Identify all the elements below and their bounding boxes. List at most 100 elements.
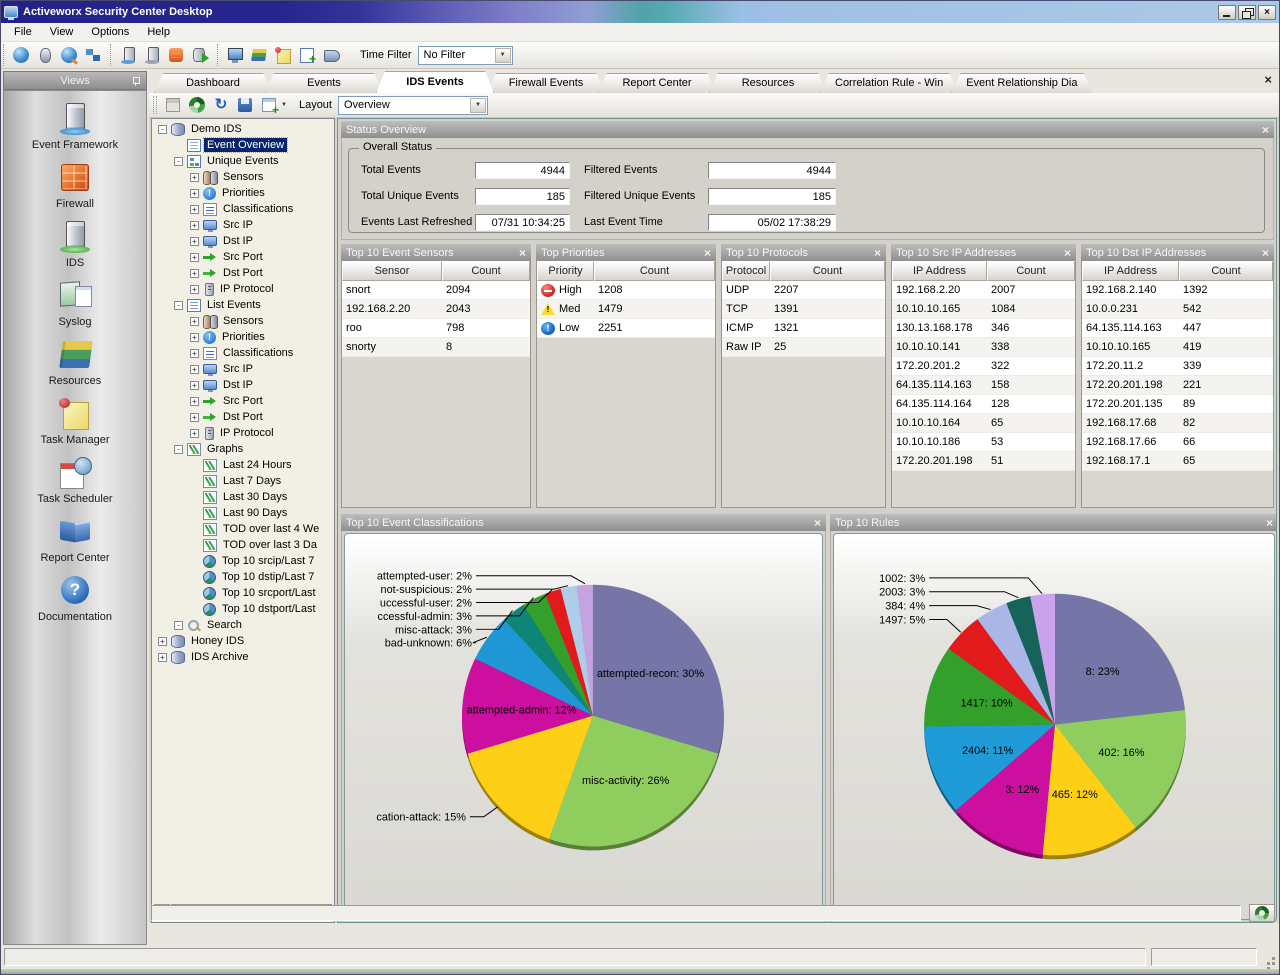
table-row[interactable]: 172.20.11.2 339 bbox=[1082, 357, 1273, 376]
column-header-protocol[interactable]: Protocol bbox=[722, 261, 770, 281]
add-image-icon[interactable] bbox=[298, 46, 316, 66]
table-row[interactable]: 172.20.201.198 221 bbox=[1082, 376, 1273, 395]
server-b-icon[interactable] bbox=[143, 46, 161, 64]
resize-grip[interactable] bbox=[1262, 948, 1276, 966]
tree-item-dst-port[interactable]: + Dst Port bbox=[154, 265, 332, 281]
tree-item-src-ip[interactable]: + Src IP bbox=[154, 217, 332, 233]
tree-item-event-overview[interactable]: Event Overview bbox=[154, 137, 332, 153]
close-icon[interactable]: × bbox=[814, 516, 821, 530]
sidebar-item-event-framework[interactable]: Event Framework bbox=[4, 103, 146, 151]
column-header-ip-address[interactable]: IP Address bbox=[892, 261, 987, 281]
table-row[interactable]: 10.10.10.186 53 bbox=[892, 433, 1075, 452]
monitor-icon[interactable] bbox=[226, 46, 244, 64]
dropdown-arrow-icon[interactable]: ▼ bbox=[469, 97, 486, 113]
table-row[interactable]: 10.10.10.164 65 bbox=[892, 414, 1075, 433]
sidebar-item-ids[interactable]: IDS bbox=[4, 221, 146, 269]
table-row[interactable]: 64.135.114.163 158 bbox=[892, 376, 1075, 395]
expand-toggle-icon[interactable]: + bbox=[190, 364, 199, 374]
refresh-icon[interactable] bbox=[212, 96, 230, 114]
menu-file[interactable]: File bbox=[5, 24, 41, 40]
globe-icon[interactable] bbox=[12, 46, 30, 64]
table-row[interactable]: roo 798 bbox=[342, 319, 530, 338]
table-row[interactable]: 192.168.17.66 66 bbox=[1082, 433, 1273, 452]
tree-item-src-port[interactable]: + Src Port bbox=[154, 393, 332, 409]
sidebar-item-task-manager[interactable]: Task Manager bbox=[4, 398, 146, 446]
restore-icon[interactable] bbox=[1238, 4, 1256, 20]
pin-icon[interactable] bbox=[132, 76, 141, 86]
expand-toggle-icon[interactable]: - bbox=[158, 124, 167, 134]
column-header-count[interactable]: Count bbox=[770, 261, 885, 281]
expand-toggle-icon[interactable]: - bbox=[174, 300, 183, 310]
db-export-icon[interactable] bbox=[191, 46, 209, 64]
tree-item-dst-ip[interactable]: + Dst IP bbox=[154, 377, 332, 393]
tree-item-classifications[interactable]: + Classifications bbox=[154, 345, 332, 361]
table-row[interactable]: 10.10.10.165 419 bbox=[1082, 338, 1273, 357]
tab-close-icon[interactable]: × bbox=[1264, 72, 1272, 87]
expand-toggle-icon[interactable]: + bbox=[190, 236, 199, 246]
expand-toggle-icon[interactable]: + bbox=[190, 316, 199, 326]
go-icon[interactable] bbox=[188, 96, 206, 114]
tree-item-search[interactable]: - Search bbox=[154, 617, 332, 633]
tree-item-ip-protocol[interactable]: + IP Protocol bbox=[154, 425, 332, 441]
table-row[interactable]: snorty 8 bbox=[342, 338, 530, 357]
table-row[interactable]: High 1208 bbox=[537, 281, 715, 300]
table-row[interactable]: UDP 2207 bbox=[722, 281, 885, 300]
table-row[interactable]: 192.168.2.140 1392 bbox=[1082, 281, 1273, 300]
table-row[interactable]: ICMP 1321 bbox=[722, 319, 885, 338]
tree-item-graphs[interactable]: - Graphs bbox=[154, 441, 332, 457]
mouse-icon[interactable] bbox=[36, 46, 54, 64]
tree-item-honey-ids[interactable]: + Honey IDS bbox=[154, 633, 332, 649]
close-icon[interactable]: × bbox=[1266, 516, 1273, 530]
expand-toggle-icon[interactable]: + bbox=[190, 396, 199, 406]
books-icon[interactable] bbox=[250, 46, 268, 64]
tab-correlation-rule-win[interactable]: Correlation Rule - Win bbox=[820, 73, 958, 93]
tree-item-top-10-dstport-last[interactable]: Top 10 dstport/Last bbox=[154, 601, 332, 617]
tree-item-tod-over-last-4-we[interactable]: TOD over last 4 We bbox=[154, 521, 332, 537]
server-a-icon[interactable] bbox=[119, 46, 137, 64]
sidebar-item-firewall[interactable]: Firewall bbox=[4, 162, 146, 210]
tree-item-unique-events[interactable]: - Unique Events bbox=[154, 153, 332, 169]
table-row[interactable]: 192.168.2.20 2043 bbox=[342, 300, 530, 319]
tab-report-center[interactable]: Report Center bbox=[598, 73, 716, 93]
firewall-db-icon[interactable] bbox=[167, 46, 185, 64]
expand-toggle-icon[interactable]: + bbox=[158, 652, 167, 662]
tree-item-classifications[interactable]: + Classifications bbox=[154, 201, 332, 217]
layout-select[interactable]: Overview ▼ bbox=[337, 95, 488, 115]
tree-item-dst-port[interactable]: + Dst Port bbox=[154, 409, 332, 425]
expand-toggle-icon[interactable]: + bbox=[190, 348, 199, 358]
column-header-sensor[interactable]: Sensor bbox=[342, 261, 442, 281]
sidebar-item-resources[interactable]: Resources bbox=[4, 339, 146, 387]
tab-firewall-events[interactable]: Firewall Events bbox=[487, 73, 605, 93]
table-row[interactable]: 64.135.114.163 447 bbox=[1082, 319, 1273, 338]
close-icon[interactable]: × bbox=[1258, 4, 1276, 20]
expand-toggle-icon[interactable]: + bbox=[190, 332, 199, 342]
note-icon[interactable] bbox=[274, 46, 292, 64]
tree-item-sensors[interactable]: + Sensors bbox=[154, 169, 332, 185]
time-filter-select[interactable]: No Filter ▼ bbox=[417, 45, 513, 65]
column-header-count[interactable]: Count bbox=[594, 261, 715, 281]
tree-item-priorities[interactable]: + Priorities bbox=[154, 185, 332, 201]
close-icon[interactable]: × bbox=[1064, 246, 1071, 260]
column-header-count[interactable]: Count bbox=[442, 261, 530, 281]
tree-item-demo-ids[interactable]: - Demo IDS bbox=[154, 121, 332, 137]
help-book-icon[interactable] bbox=[322, 46, 340, 64]
tab-events[interactable]: Events bbox=[265, 73, 383, 93]
chevron-down-icon[interactable]: ▼ bbox=[281, 102, 287, 108]
table-row[interactable]: snort 2094 bbox=[342, 281, 530, 300]
tab-resources[interactable]: Resources bbox=[709, 73, 827, 93]
expand-toggle-icon[interactable]: - bbox=[174, 156, 183, 166]
expand-toggle-icon[interactable]: + bbox=[190, 172, 199, 182]
table-row[interactable]: 192.168.17.68 82 bbox=[1082, 414, 1273, 433]
menu-options[interactable]: Options bbox=[82, 24, 138, 40]
tree-item-list-events[interactable]: - List Events bbox=[154, 297, 332, 313]
expand-toggle-icon[interactable]: + bbox=[190, 284, 199, 294]
close-icon[interactable]: × bbox=[704, 246, 711, 260]
tree-item-last-90-days[interactable]: Last 90 Days bbox=[154, 505, 332, 521]
expand-toggle-icon[interactable]: + bbox=[190, 380, 199, 390]
search-icon[interactable] bbox=[60, 46, 78, 64]
column-header-priority[interactable]: Priority bbox=[537, 261, 594, 281]
tree-item-last-24-hours[interactable]: Last 24 Hours bbox=[154, 457, 332, 473]
tab-dashboard[interactable]: Dashboard bbox=[154, 73, 272, 93]
tree-item-top-10-srcport-last[interactable]: Top 10 srcport/Last bbox=[154, 585, 332, 601]
tree-item-src-ip[interactable]: + Src IP bbox=[154, 361, 332, 377]
